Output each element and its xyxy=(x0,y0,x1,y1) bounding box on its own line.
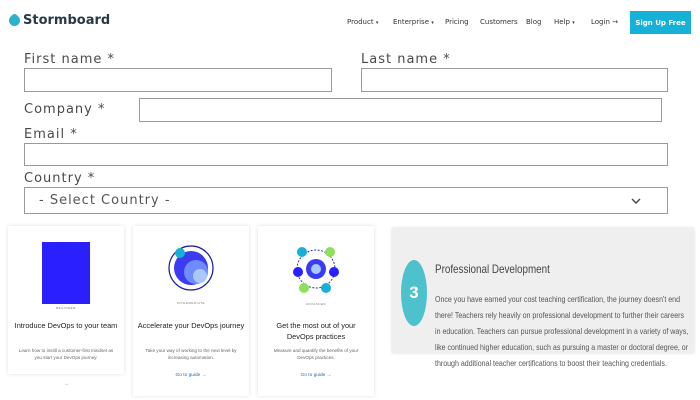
first-name-field[interactable] xyxy=(24,68,332,92)
nav-item-blog[interactable]: Blog xyxy=(526,18,541,26)
nav-item-product[interactable]: Product ▾ xyxy=(347,18,378,26)
guide-card-beginner[interactable]: BEGINNER Introduce DevOps to your team L… xyxy=(8,226,124,387)
nav-item-help[interactable]: Help ▾ xyxy=(554,18,575,26)
beginner-illustration-icon xyxy=(42,242,90,304)
chevron-down-icon: ▾ xyxy=(431,20,434,26)
card-link[interactable]: Go to guide → xyxy=(258,373,374,378)
pd-body: Once you have earned your cost teaching … xyxy=(435,294,689,368)
sign-up-button[interactable]: Sign Up Free xyxy=(630,11,691,34)
nav-item-enterprise[interactable]: Enterprise ▾ xyxy=(393,18,434,26)
card-kicker: ADVANCED xyxy=(305,302,327,306)
chevron-down-icon xyxy=(631,198,641,204)
nav-item-customers[interactable]: Customers xyxy=(480,18,518,26)
company-label: Company * xyxy=(24,102,106,117)
nav-item-label: Help xyxy=(554,18,570,26)
country-select-value: - Select Country - xyxy=(39,193,171,208)
last-name-label: Last name * xyxy=(361,52,451,67)
advanced-illustration-icon xyxy=(293,247,339,293)
chevron-down-icon: ▾ xyxy=(375,20,379,26)
card-description: Learn how to instill a customer-first mi… xyxy=(18,348,114,360)
login-link[interactable]: Login → xyxy=(591,18,618,26)
card-title: Accelerate your DevOps journey xyxy=(137,321,245,330)
step-number-badge: 3 xyxy=(401,260,427,326)
first-name-label: First name * xyxy=(24,52,115,67)
stormboard-logo-icon xyxy=(6,12,23,29)
guide-card-advanced[interactable]: ADVANCED Get the most out of your DevOps… xyxy=(258,226,374,396)
email-field[interactable] xyxy=(24,143,668,166)
pd-title: Professional Development xyxy=(435,262,550,276)
nav-item-label: Product xyxy=(347,18,374,26)
intermediate-illustration-icon xyxy=(168,245,214,291)
top-nav: Stormboard Product ▾ Enterprise ▾ Pricin… xyxy=(0,0,700,44)
nav-item-label: Enterprise xyxy=(393,18,430,26)
country-label: Country * xyxy=(24,171,96,186)
card-link[interactable]: → xyxy=(8,382,124,387)
nav-item-pricing[interactable]: Pricing xyxy=(445,18,469,26)
card-description: Measure and quantify the benefits of you… xyxy=(273,348,359,360)
company-field[interactable] xyxy=(139,98,662,122)
country-select[interactable]: - Select Country - xyxy=(24,187,668,214)
card-link[interactable]: Go to guide → xyxy=(133,373,249,378)
guide-card-intermediate[interactable]: INTERMEDIATE Accelerate your DevOps jour… xyxy=(133,226,249,396)
card-kicker: INTERMEDIATE xyxy=(176,301,206,305)
brand-name: Stormboard xyxy=(23,13,111,28)
card-kicker: BEGINNER xyxy=(56,306,76,310)
chevron-down-icon: ▾ xyxy=(572,20,575,26)
card-description: Take your way of working to the next lev… xyxy=(145,348,237,360)
last-name-field[interactable] xyxy=(361,68,668,92)
email-label: Email * xyxy=(24,127,78,142)
card-title: Get the most out of your DevOps practice… xyxy=(276,321,356,341)
brand-logo[interactable]: Stormboard xyxy=(6,12,111,29)
professional-development-box: 3 Professional Development Once you have… xyxy=(392,228,694,368)
card-title: Introduce DevOps to your team xyxy=(14,321,118,330)
